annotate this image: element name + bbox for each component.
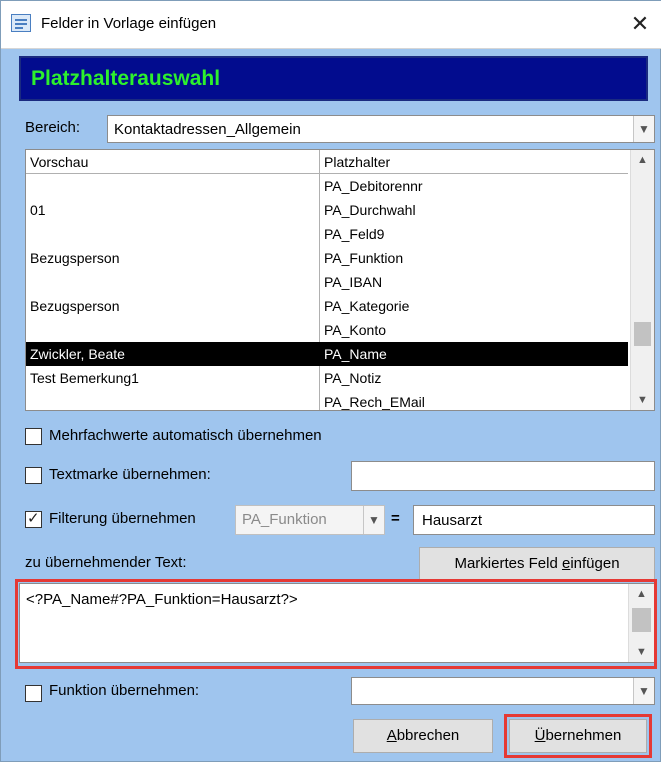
placeholder-list[interactable]: Vorschau Platzhalter PA_Debitorennr 01 P…: [25, 149, 655, 411]
chevron-down-icon[interactable]: ▼: [633, 116, 654, 142]
filter-value: Hausarzt: [422, 512, 483, 529]
row-platzhalter: PA_Debitorennr: [324, 178, 423, 194]
mehrfach-label: Mehrfachwerte automatisch übernehmen: [49, 427, 322, 444]
row-vorschau: Test Bemerkung1: [30, 370, 139, 386]
banner-title: Platzhalterauswahl: [31, 67, 221, 90]
window-title: Felder in Vorlage einfügen: [41, 15, 217, 32]
scroll-up-icon[interactable]: ▲: [631, 150, 654, 170]
title-bar: Felder in Vorlage einfügen ✕: [1, 1, 661, 49]
row-platzhalter: PA_Name: [324, 346, 387, 362]
list-row[interactable]: PA_Rech_EMail: [26, 390, 628, 410]
list-row-selected[interactable]: Zwickler, Beate PA_Name: [26, 342, 628, 366]
row-platzhalter: PA_Funktion: [324, 250, 404, 266]
list-header: Vorschau Platzhalter: [26, 150, 628, 174]
equals-sign: =: [391, 510, 400, 527]
funktion-checkbox[interactable]: [25, 685, 42, 702]
list-row[interactable]: PA_Konto: [26, 318, 628, 342]
list-scrollbar[interactable]: ▲ ▼: [630, 150, 654, 410]
row-platzhalter: PA_Feld9: [324, 226, 385, 242]
funktion-label: Funktion übernehmen:: [49, 682, 200, 699]
close-icon[interactable]: ✕: [623, 7, 657, 41]
row-platzhalter: PA_Notiz: [324, 370, 382, 386]
row-vorschau: 01: [30, 202, 46, 218]
row-platzhalter: PA_Durchwahl: [324, 202, 416, 218]
banner: Platzhalterauswahl: [19, 56, 648, 101]
list-row[interactable]: Bezugsperson PA_Kategorie: [26, 294, 628, 318]
scroll-thumb[interactable]: [634, 322, 651, 346]
text-section-label: zu übernehmender Text:: [25, 554, 187, 571]
scroll-down-icon[interactable]: ▼: [631, 390, 654, 410]
column-header-platzhalter: Platzhalter: [324, 154, 391, 170]
filterung-label: Filterung übernehmen: [49, 510, 196, 527]
row-vorschau: Bezugsperson: [30, 298, 120, 314]
row-platzhalter: PA_IBAN: [324, 274, 383, 290]
insert-field-button[interactable]: Markiertes Feld einfügen: [419, 547, 655, 581]
bereich-label: Bereich:: [25, 119, 81, 136]
chevron-down-icon[interactable]: ▼: [633, 678, 654, 704]
highlight-frame-text: [15, 579, 657, 669]
column-header-vorschau: Vorschau: [30, 154, 89, 170]
row-vorschau: Zwickler, Beate: [30, 346, 125, 362]
row-platzhalter: PA_Konto: [324, 322, 387, 338]
filterung-checkbox[interactable]: [25, 509, 42, 528]
list-row[interactable]: PA_IBAN: [26, 270, 628, 294]
dialog-window: Felder in Vorlage einfügen ✕ Platzhalter…: [0, 0, 661, 762]
list-row[interactable]: Bezugsperson PA_Funktion: [26, 246, 628, 270]
filter-value-input[interactable]: Hausarzt: [413, 505, 655, 535]
textmarke-label: Textmarke übernehmen:: [49, 466, 211, 483]
filter-field-select[interactable]: PA_Funktion ▼: [235, 505, 385, 535]
form-icon: [11, 14, 31, 32]
funktion-select[interactable]: ▼: [351, 677, 655, 705]
mehrfach-checkbox[interactable]: [25, 428, 42, 445]
textmarke-input[interactable]: [351, 461, 655, 491]
row-platzhalter: PA_Kategorie: [324, 298, 410, 314]
row-platzhalter: PA_Rech_EMail: [324, 394, 425, 410]
bereich-value: Kontaktadressen_Allgemein: [114, 121, 301, 138]
textmarke-checkbox[interactable]: [25, 467, 42, 484]
list-row[interactable]: 01 PA_Durchwahl: [26, 198, 628, 222]
list-row[interactable]: Test Bemerkung1 PA_Notiz: [26, 366, 628, 390]
row-vorschau: Bezugsperson: [30, 250, 120, 266]
list-row[interactable]: PA_Feld9: [26, 222, 628, 246]
bereich-select[interactable]: Kontaktadressen_Allgemein ▼: [107, 115, 655, 143]
abbrechen-button[interactable]: Abbrechen: [353, 719, 493, 753]
highlight-frame-button: [504, 714, 652, 758]
chevron-down-icon[interactable]: ▼: [363, 506, 384, 534]
filter-field-value: PA_Funktion: [242, 511, 327, 528]
list-row[interactable]: PA_Debitorennr: [26, 174, 628, 198]
